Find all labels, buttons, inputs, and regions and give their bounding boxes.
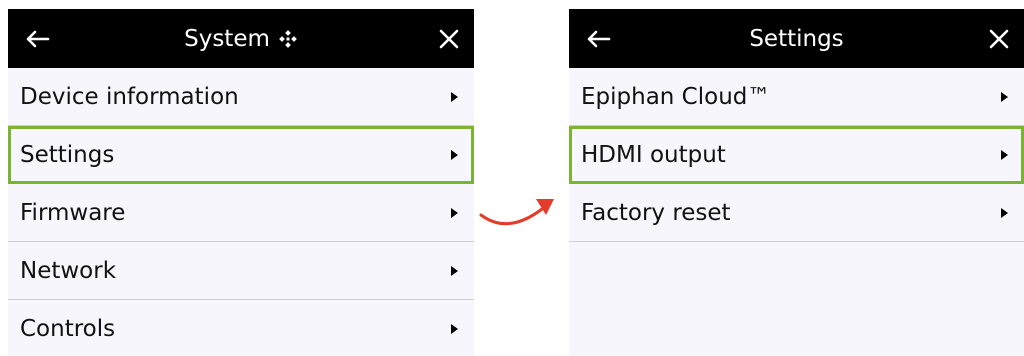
chevron-right-icon <box>451 207 458 218</box>
menu-item-network[interactable]: Network <box>8 242 474 300</box>
menu-item-hdmi-output[interactable]: HDMI output <box>569 126 1024 184</box>
settings-menu-panel: Settings Epiphan Cloud™ HDMI output Fact… <box>569 9 1024 356</box>
chevron-right-icon <box>1001 149 1008 160</box>
chevron-right-icon <box>1001 91 1008 102</box>
menu-item-label: Controls <box>20 315 116 342</box>
chevron-right-icon <box>451 91 458 102</box>
menu-item-label: Firmware <box>20 199 126 226</box>
close-button[interactable] <box>438 9 460 68</box>
menu-item-settings[interactable]: Settings <box>8 126 474 184</box>
close-icon <box>989 29 1009 48</box>
chevron-right-icon <box>451 265 458 276</box>
menu-item-firmware[interactable]: Firmware <box>8 184 474 242</box>
chevron-right-icon <box>451 149 458 160</box>
system-menu-panel: System Device information Settings Firmw… <box>8 9 474 356</box>
page-title: Settings <box>749 25 844 52</box>
curved-arrow-icon <box>479 199 554 226</box>
menu-item-label: Settings <box>20 141 115 168</box>
header-title: System <box>8 9 474 68</box>
chevron-right-icon <box>1001 207 1008 218</box>
menu-item-factory-reset[interactable]: Factory reset <box>569 184 1024 242</box>
header-title: Settings <box>569 9 1024 68</box>
menu-item-label: Network <box>20 257 117 284</box>
close-button[interactable] <box>988 9 1010 68</box>
menu-item-controls[interactable]: Controls <box>8 300 474 356</box>
menu-item-label: Factory reset <box>581 199 731 226</box>
menu-item-label: HDMI output <box>581 141 726 168</box>
settings-header: Settings <box>569 9 1024 68</box>
sparkle-icon <box>279 29 297 48</box>
chevron-right-icon <box>451 323 458 334</box>
page-title: System <box>184 25 270 52</box>
menu-item-epiphan-cloud[interactable]: Epiphan Cloud™ <box>569 68 1024 126</box>
close-icon <box>439 29 459 48</box>
menu-item-device-information[interactable]: Device information <box>8 68 474 126</box>
menu-item-label: Device information <box>20 83 239 110</box>
system-header: System <box>8 9 474 68</box>
menu-item-label: Epiphan Cloud™ <box>581 83 771 110</box>
